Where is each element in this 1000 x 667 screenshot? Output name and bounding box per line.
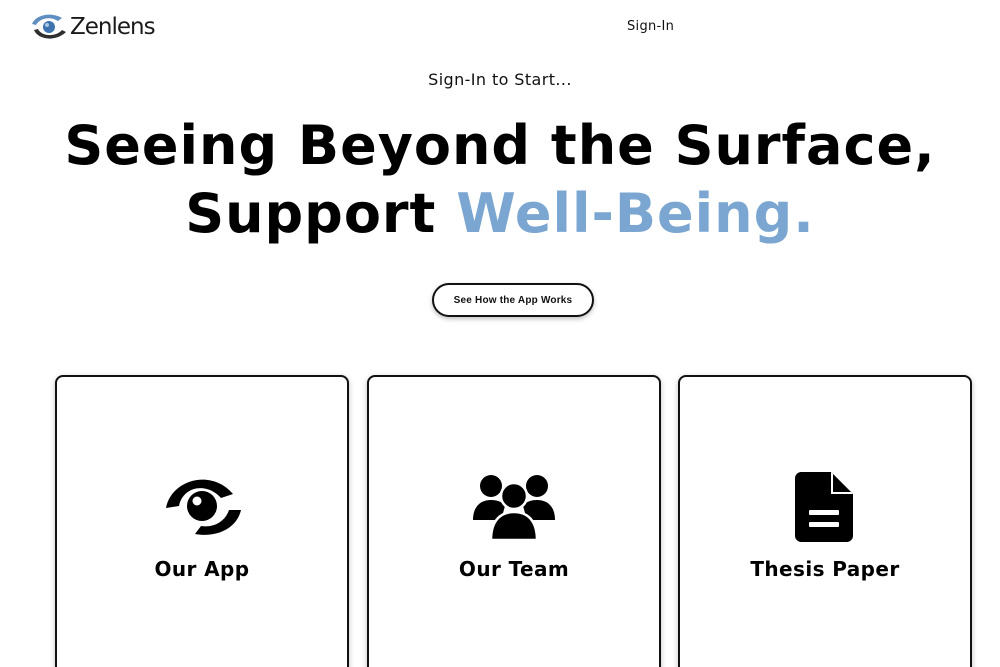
- card-title: Our App: [154, 557, 250, 581]
- logo-link[interactable]: Zenlens: [28, 10, 156, 44]
- page: Zenlens Sign-In Sign-In to Start... Seei…: [0, 0, 1000, 667]
- card-title: Thesis Paper: [750, 557, 900, 581]
- card-title: Our Team: [458, 557, 570, 581]
- brand-name: Zenlens: [70, 14, 156, 40]
- hero-kicker: Sign-In to Start...: [428, 70, 572, 89]
- zenlens-logo-icon: [32, 14, 66, 39]
- signin-link[interactable]: Sign-In: [627, 19, 674, 34]
- header: Zenlens Sign-In: [0, 0, 1000, 56]
- headline-line-2-prefix: Support: [185, 182, 457, 245]
- card-thesis-paper[interactable]: Thesis Paper: [678, 375, 972, 667]
- card-our-app[interactable]: Our App: [55, 375, 349, 667]
- headline-accent: Well-Being.: [456, 182, 815, 245]
- see-how-app-works-button[interactable]: See How the App Works: [432, 283, 594, 317]
- headline-line-1: Seeing Beyond the Surface,: [64, 114, 936, 177]
- team-icon: [369, 471, 659, 543]
- hero-headline: Seeing Beyond the Surface, Support Well-…: [0, 112, 1000, 248]
- card-our-team[interactable]: Our Team: [367, 375, 661, 667]
- document-icon: [680, 471, 970, 543]
- eye-icon: [57, 471, 347, 543]
